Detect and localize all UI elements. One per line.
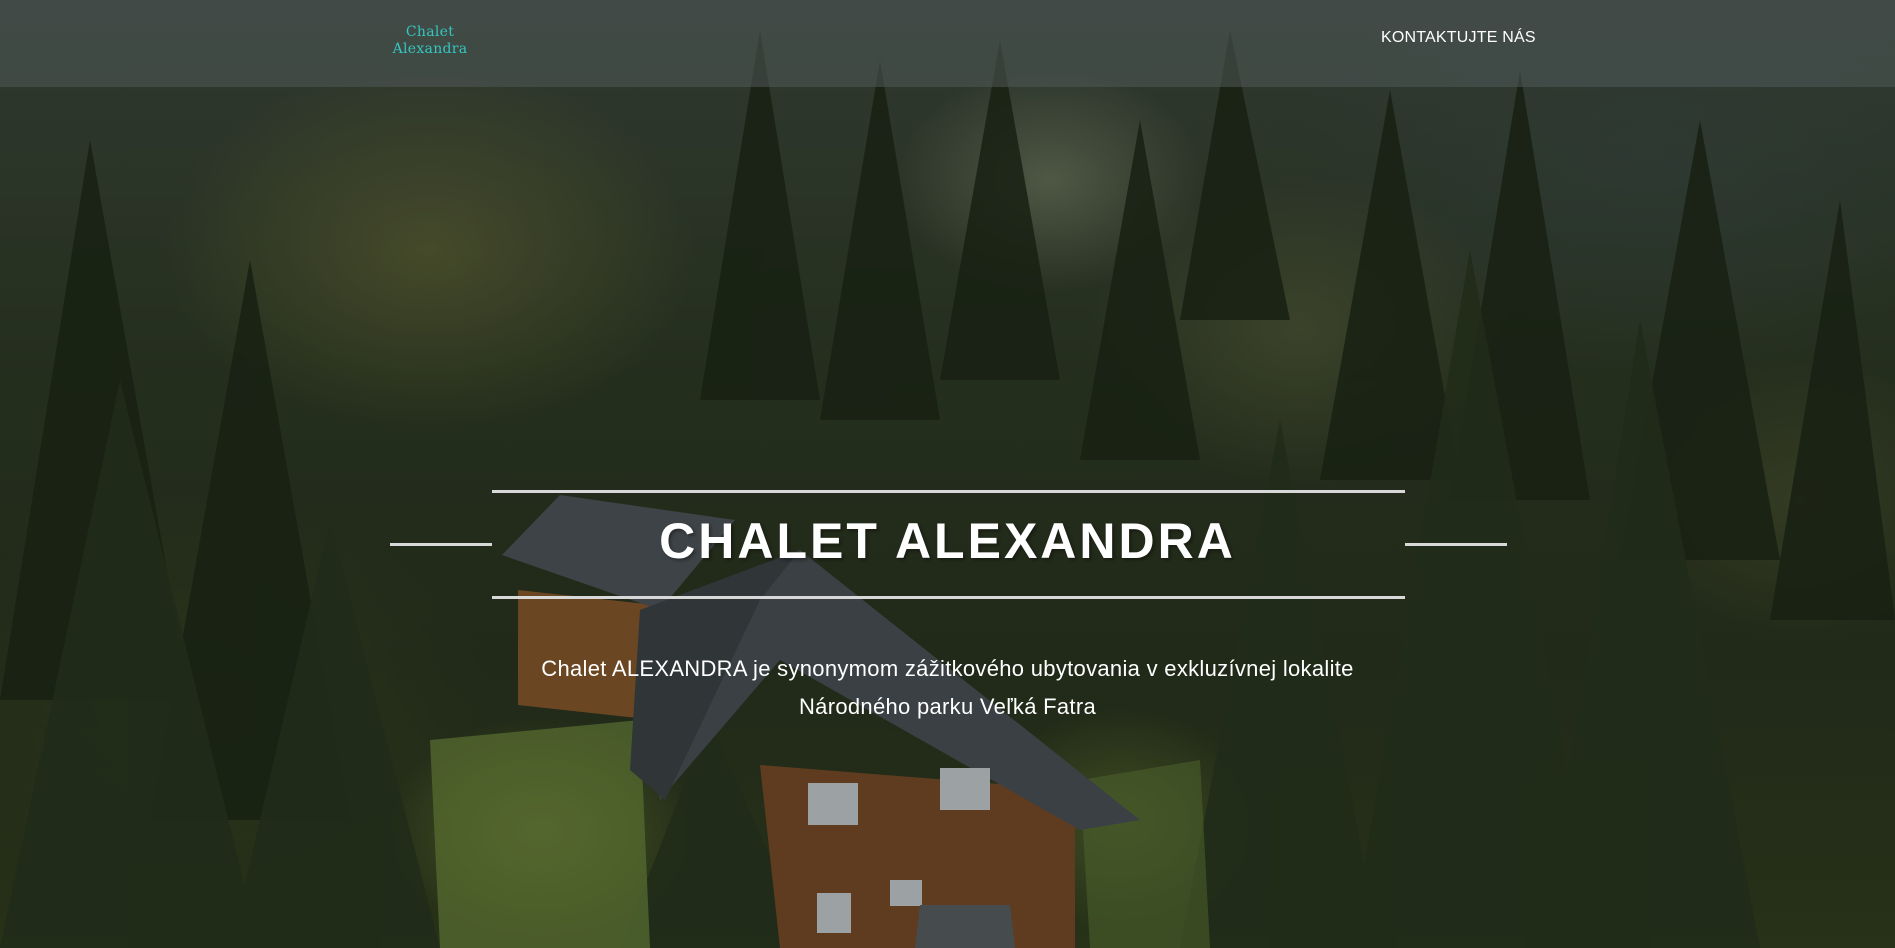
- logo-line-chalet: Chalet: [405, 24, 455, 40]
- hero-subtitle-line-2: Národného parku Veľká Fatra: [798, 694, 1097, 719]
- hero-subtitle-line-1: Chalet ALEXANDRA je synonymom zážitkovéh…: [541, 656, 1354, 681]
- site-logo[interactable]: Chalet Alexandra: [388, 24, 472, 58]
- hero-subtitle: Chalet ALEXANDRA je synonymom zážitkovéh…: [460, 650, 1435, 726]
- dark-overlay: [0, 0, 1895, 948]
- hero-section: Chalet Alexandra KONTAKTUJTE NÁS CHALET …: [0, 0, 1895, 948]
- contact-us-link[interactable]: KONTAKTUJTE NÁS: [1381, 29, 1536, 47]
- logo-line-alexandra: Alexandra: [392, 41, 468, 57]
- top-navigation-bar: Chalet Alexandra KONTAKTUJTE NÁS: [0, 0, 1895, 87]
